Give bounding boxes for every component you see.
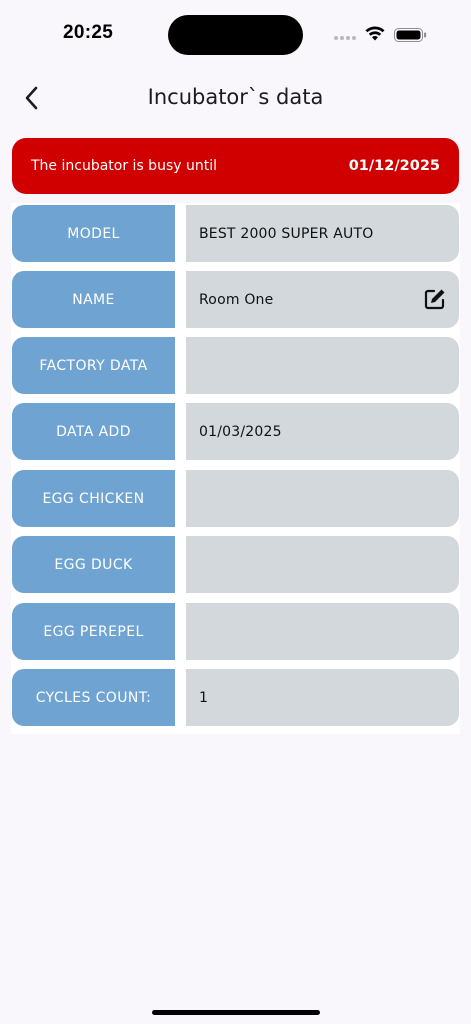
row-label: EGG PEREPEL — [12, 603, 175, 660]
row-value — [186, 536, 459, 593]
row-label: DATA ADD — [12, 403, 175, 460]
row-label: CYCLES COUNT: — [12, 669, 175, 726]
row-value: 1 — [186, 669, 459, 726]
incubator-data-table: MODEL BEST 2000 SUPER AUTO NAME Room One… — [11, 203, 460, 734]
row-label: EGG CHICKEN — [12, 470, 175, 527]
wifi-icon — [364, 24, 386, 42]
row-label: MODEL — [12, 205, 175, 262]
name-value: Room One — [199, 291, 274, 308]
row-value: Room One — [186, 271, 459, 328]
table-row-name: NAME Room One — [12, 271, 459, 328]
status-time: 20:25 — [63, 22, 114, 43]
status-bar: 20:25 — [0, 0, 471, 70]
row-label: EGG DUCK — [12, 536, 175, 593]
table-row-egg-duck: EGG DUCK — [12, 536, 459, 593]
banner-date: 01/12/2025 — [348, 158, 440, 174]
table-row-model: MODEL BEST 2000 SUPER AUTO — [12, 205, 459, 262]
home-indicator[interactable] — [152, 1010, 320, 1015]
battery-icon — [394, 27, 428, 43]
row-value — [186, 337, 459, 394]
row-label: NAME — [12, 271, 175, 328]
table-row-data-add: DATA ADD 01/03/2025 — [12, 403, 459, 460]
dynamic-island — [168, 15, 303, 55]
table-row-cycles-count: CYCLES COUNT: 1 — [12, 669, 459, 726]
table-row-factory-data: FACTORY DATA — [12, 337, 459, 394]
busy-banner: The incubator is busy until 01/12/2025 — [12, 138, 459, 194]
row-value — [186, 470, 459, 527]
row-value: BEST 2000 SUPER AUTO — [186, 205, 459, 262]
page-title: Incubator`s data — [147, 85, 324, 109]
row-value — [186, 603, 459, 660]
edit-icon — [424, 289, 445, 310]
table-row-egg-chicken: EGG CHICKEN — [12, 470, 459, 527]
table-row-egg-perepel: EGG PEREPEL — [12, 603, 459, 660]
app-header: Incubator`s data — [0, 70, 471, 126]
row-label: FACTORY DATA — [12, 337, 175, 394]
cellular-signal-icon — [334, 36, 358, 42]
banner-text: The incubator is busy until — [31, 158, 217, 174]
edit-name-button[interactable] — [423, 287, 447, 311]
row-value: 01/03/2025 — [186, 403, 459, 460]
